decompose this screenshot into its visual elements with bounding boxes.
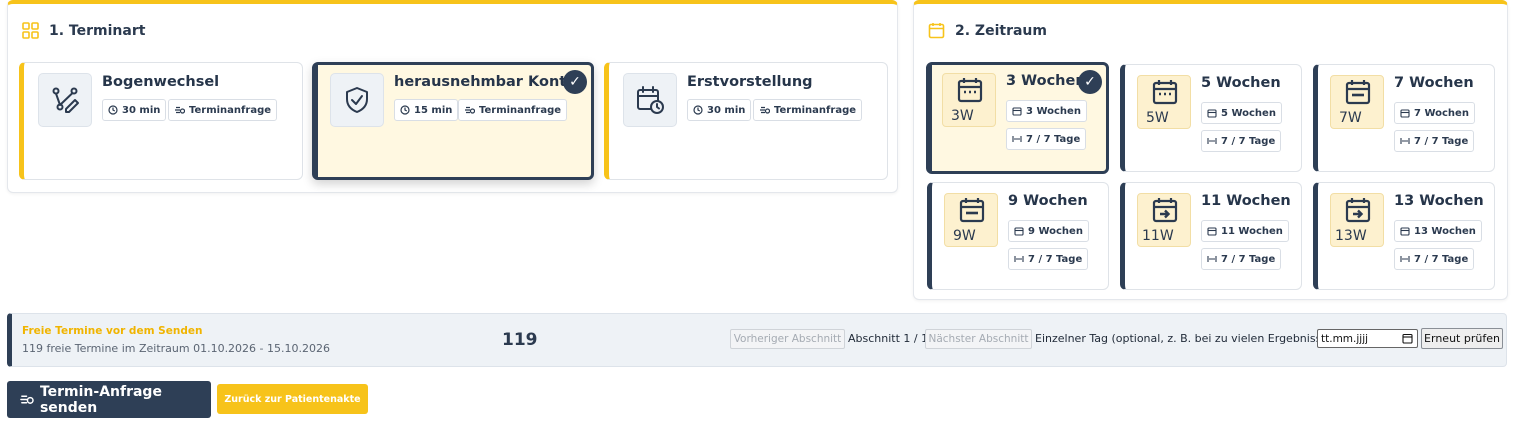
zeitraum-card-7-wochen[interactable]: 7W 7 Wochen 7 Wochen 7 / 7 Tage <box>1313 64 1495 172</box>
calendar-minus-icon: 9W <box>944 193 998 247</box>
free-slots-subtitle: 119 freie Termine im Zeitraum 01.10.2026… <box>22 342 330 355</box>
days-chip: 7 / 7 Tage <box>1008 248 1089 270</box>
duration-chip: 30 min <box>687 99 752 121</box>
terminart-name: herausnehmbar Kontrolle <box>394 74 566 90</box>
calendar-small-icon <box>1207 109 1217 118</box>
free-slots-count: 119 <box>502 330 538 350</box>
calendar-small-icon <box>1012 107 1022 116</box>
weeks-chip: 9 Wochen <box>1008 220 1089 242</box>
terminart-card-herausnehmbar-kontrolle[interactable]: herausnehmbar Kontrolle ✓ 15 min Termina… <box>312 62 594 180</box>
zeitraum-header: 2. Zeitraum <box>928 22 1047 39</box>
zeitraum-name: 5 Wochen <box>1201 75 1281 91</box>
duration-chip: 30 min <box>102 99 167 121</box>
zeitraum-card-9-wochen[interactable]: 9W 9 Wochen 9 Wochen 7 / 7 Tage <box>927 182 1109 290</box>
terminart-card-bogenwechsel[interactable]: Bogenwechsel 30 min Terminanfrage <box>19 62 303 180</box>
days-chip: 7 / 7 Tage <box>1201 130 1282 152</box>
single-day-label: Einzelner Tag (optional, z. B. bei zu vi… <box>1035 332 1340 345</box>
range-icon <box>1400 256 1410 262</box>
weeks-chip: 13 Wochen <box>1394 220 1482 242</box>
range-icon <box>1014 256 1024 262</box>
zeitraum-name: 7 Wochen <box>1394 75 1474 91</box>
duration-chip: 15 min <box>394 99 459 121</box>
range-icon <box>1400 138 1410 144</box>
previous-section-button[interactable]: Vorheriger Abschnitt <box>730 329 845 349</box>
calendar-icon <box>928 23 945 39</box>
days-chip: 7 / 7 Tage <box>1394 248 1475 270</box>
terminart-panel: 1. Terminart Bogenwechsel 30 min Termina… <box>7 0 898 193</box>
zeitraum-name: 3 Wochen <box>1006 73 1086 89</box>
calendar-arrow-icon: 11W <box>1137 193 1191 247</box>
clock-icon <box>108 105 118 115</box>
type-chip: Terminanfrage <box>753 99 863 121</box>
calendar-picker-icon[interactable] <box>1402 333 1413 344</box>
send-request-button[interactable]: Termin-Anfrage senden <box>7 381 211 418</box>
calendar-week-icon: 5W <box>1137 75 1191 129</box>
zeitraum-card-11-wochen[interactable]: 11W 11 Wochen 11 Wochen 7 / 7 Tage <box>1120 182 1302 290</box>
range-icon <box>1207 256 1217 262</box>
zeitraum-card-13-wochen[interactable]: 13W 13 Wochen 13 Wochen 7 / 7 Tage <box>1313 182 1495 290</box>
free-slots-bar: Freie Termine vor dem Senden 119 freie T… <box>7 313 1507 367</box>
selected-check-icon: ✓ <box>1078 70 1102 94</box>
terminart-card-erstvorstellung[interactable]: Erstvorstellung 30 min Terminanfrage <box>604 62 888 180</box>
selected-check-icon: ✓ <box>563 70 587 94</box>
range-icon <box>1012 136 1022 142</box>
type-chip: Terminanfrage <box>168 99 278 121</box>
calendar-small-icon <box>1014 227 1024 236</box>
zeitraum-title: 2. Zeitraum <box>955 22 1047 39</box>
zeitraum-name: 13 Wochen <box>1394 193 1484 209</box>
next-section-button[interactable]: Nächster Abschnitt <box>925 329 1032 349</box>
send-request-icon <box>20 395 34 404</box>
days-chip: 7 / 7 Tage <box>1201 248 1282 270</box>
weeks-chip: 5 Wochen <box>1201 102 1282 124</box>
weeks-chip: 3 Wochen <box>1006 100 1087 122</box>
back-to-patient-file-button[interactable]: Zurück zur Patientenakte <box>217 384 368 414</box>
terminart-title: 1. Terminart <box>49 22 146 39</box>
terminart-name: Bogenwechsel <box>102 74 220 90</box>
zeitraum-panel: 2. Zeitraum 3W 3 Wochen ✓ 3 Wochen 7 / 7… <box>913 0 1508 300</box>
weeks-chip: 11 Wochen <box>1201 220 1289 242</box>
calendar-small-icon <box>1207 227 1217 236</box>
calendar-clock-icon <box>623 73 677 127</box>
type-chip: Terminanfrage <box>458 99 568 121</box>
request-icon <box>760 106 770 114</box>
zeitraum-card-3-wochen[interactable]: 3W 3 Wochen ✓ 3 Wochen 7 / 7 Tage <box>926 62 1109 174</box>
terminart-header: 1. Terminart <box>22 22 145 39</box>
zeitraum-card-5-wochen[interactable]: 5W 5 Wochen 5 Wochen 7 / 7 Tage <box>1120 64 1302 172</box>
range-icon <box>1207 138 1217 144</box>
clock-icon <box>693 105 703 115</box>
route-edit-icon <box>38 73 92 127</box>
calendar-small-icon <box>1400 109 1410 118</box>
request-icon <box>175 106 185 114</box>
zeitraum-name: 11 Wochen <box>1201 193 1291 209</box>
section-indicator: Abschnitt 1 / 1 <box>848 332 929 345</box>
zeitraum-name: 9 Wochen <box>1008 193 1088 209</box>
recheck-button[interactable]: Erneut prüfen <box>1421 328 1503 349</box>
calendar-small-icon <box>1400 227 1410 236</box>
shield-check-icon <box>330 73 384 127</box>
single-day-date-input[interactable]: tt.mm.jjjj <box>1317 329 1418 348</box>
clock-icon <box>400 105 410 115</box>
days-chip: 7 / 7 Tage <box>1394 130 1475 152</box>
calendar-arrow-icon: 13W <box>1330 193 1384 247</box>
calendar-week-icon: 3W <box>942 73 996 127</box>
request-icon <box>465 106 475 114</box>
terminart-name: Erstvorstellung <box>687 74 813 90</box>
grid-icon <box>22 22 39 39</box>
calendar-minus-icon: 7W <box>1330 75 1384 129</box>
weeks-chip: 7 Wochen <box>1394 102 1475 124</box>
free-slots-title: Freie Termine vor dem Senden <box>22 325 203 337</box>
days-chip: 7 / 7 Tage <box>1006 128 1087 150</box>
